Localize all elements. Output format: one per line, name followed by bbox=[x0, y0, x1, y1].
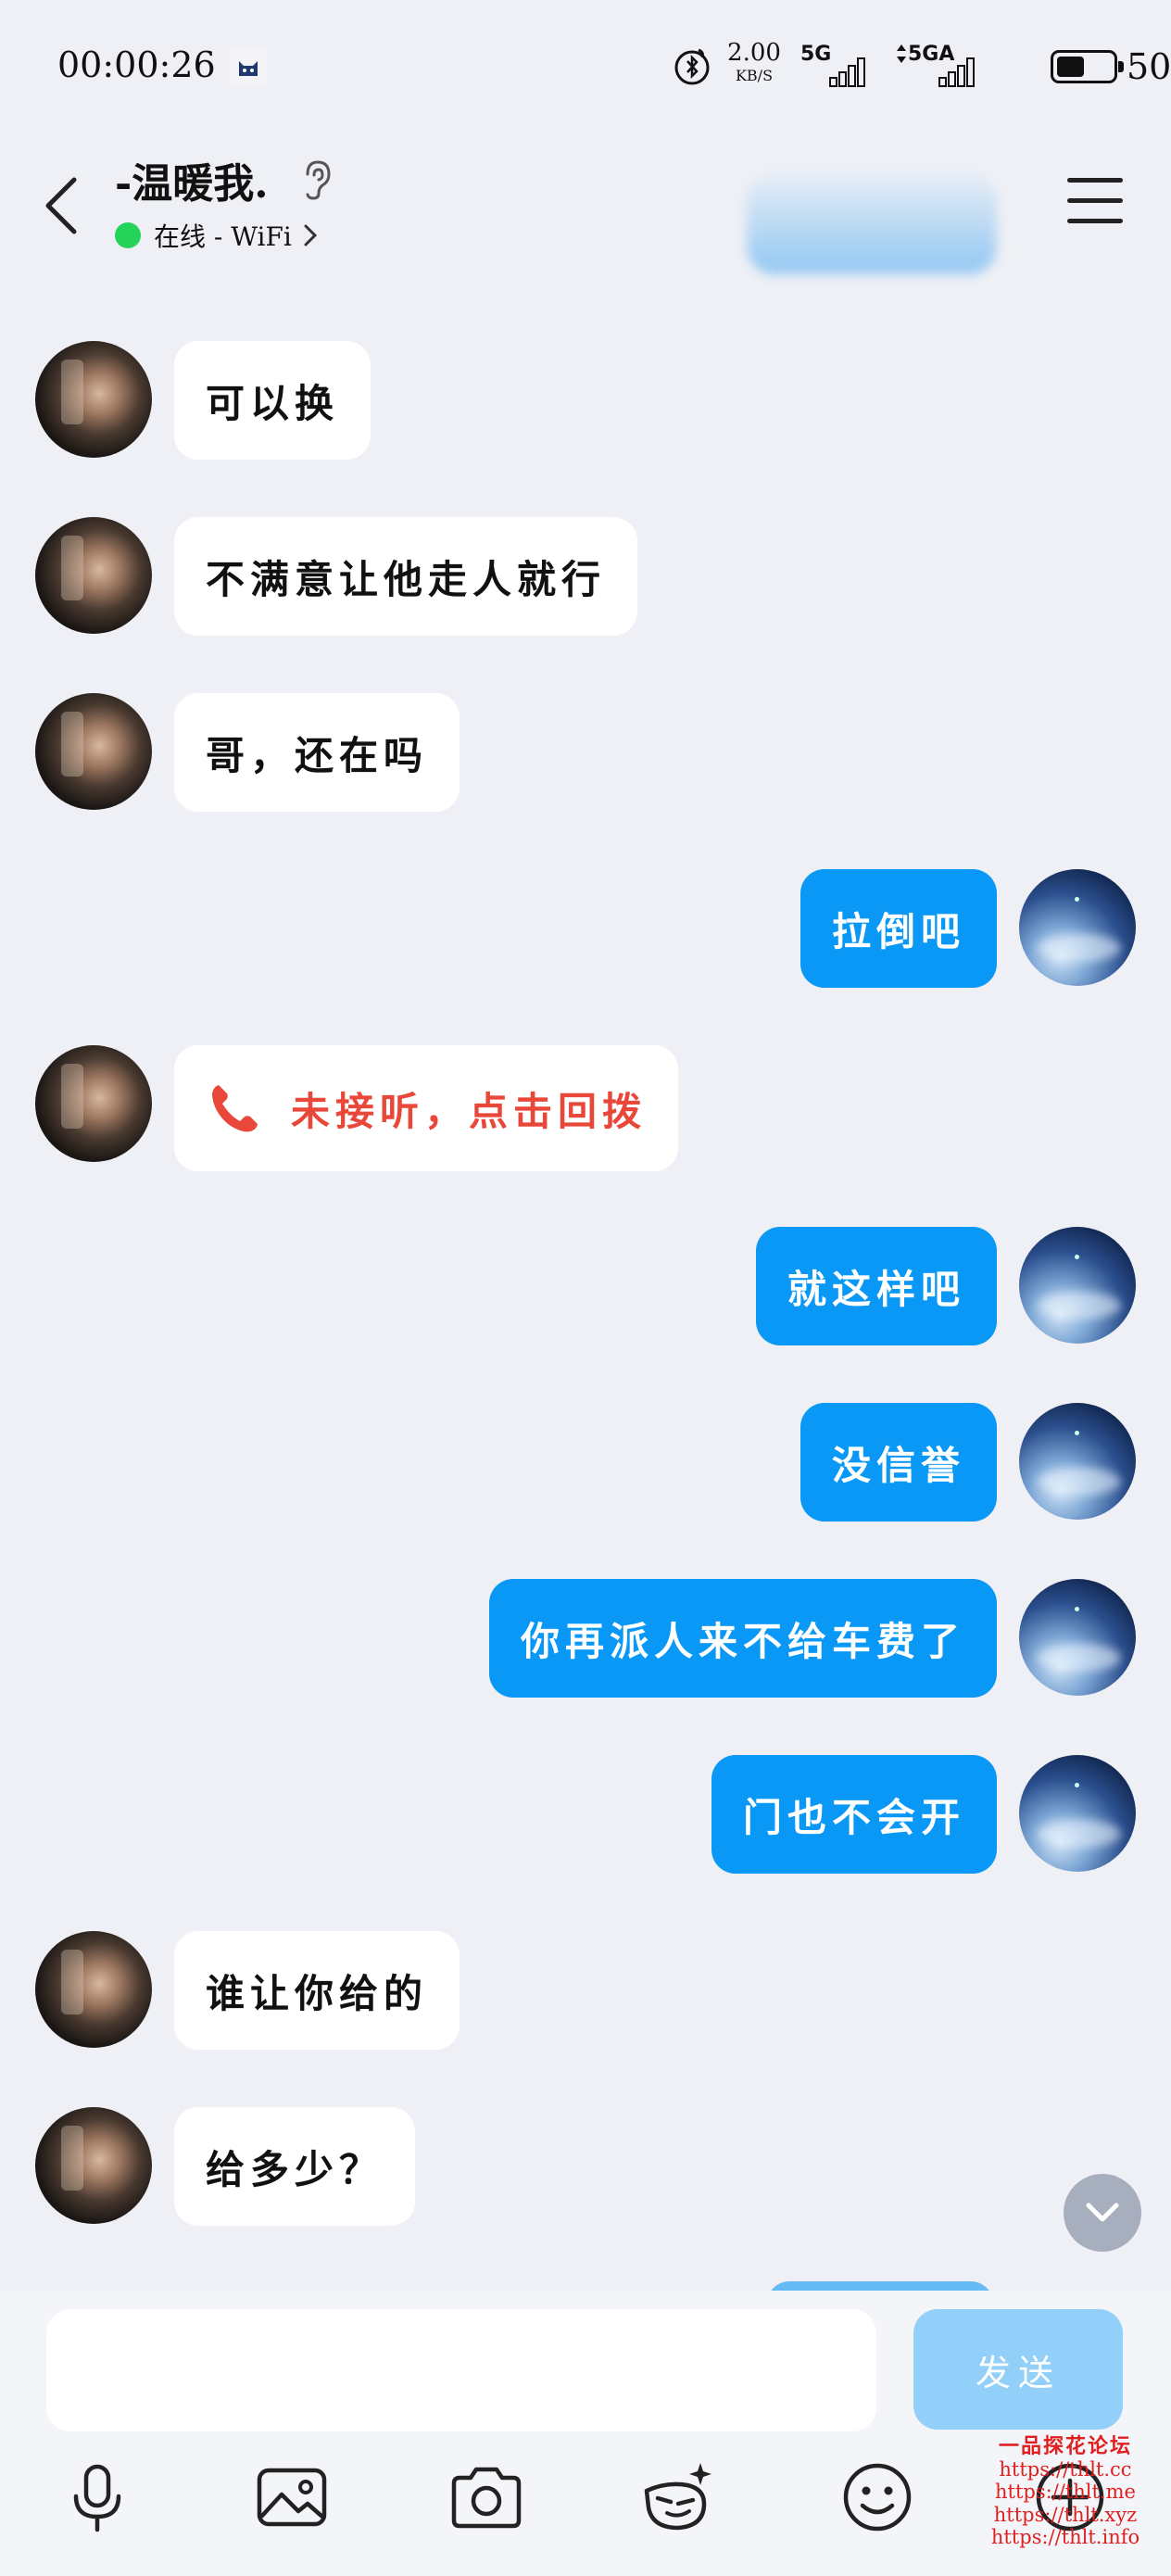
watermark-link: https://thlt.me bbox=[995, 2481, 1136, 2504]
battery-icon bbox=[1051, 50, 1124, 83]
message-bubble[interactable]: 门也不会开 bbox=[711, 1755, 997, 1874]
watermark-title: 一品探花论坛 bbox=[998, 2434, 1132, 2458]
signal-5g-icon: 5G bbox=[800, 43, 875, 87]
cat-app-icon bbox=[230, 48, 267, 85]
camera-icon bbox=[451, 2467, 522, 2529]
signal-5g-label: 5G bbox=[800, 43, 832, 66]
scroll-to-bottom-button[interactable] bbox=[1064, 2174, 1141, 2252]
my-avatar[interactable] bbox=[1019, 1579, 1136, 1696]
clock: 00:00:26 bbox=[57, 44, 216, 85]
back-button[interactable] bbox=[35, 169, 91, 243]
menu-line bbox=[1067, 178, 1123, 183]
my-avatar[interactable] bbox=[1019, 1403, 1136, 1520]
message-bubble[interactable]: 不满意让他走人就行 bbox=[174, 517, 638, 636]
message-bubble[interactable]: 给多少？ bbox=[174, 2107, 416, 2226]
message-bubble[interactable]: 你再派人来不给车费了 bbox=[488, 1579, 997, 1698]
contact-name[interactable]: -温暖我. bbox=[115, 150, 269, 209]
contact-avatar[interactable] bbox=[35, 517, 152, 634]
online-status-text: 在线 - WiFi bbox=[154, 221, 292, 252]
my-avatar[interactable] bbox=[1019, 1755, 1136, 1872]
online-dot-icon bbox=[115, 222, 141, 248]
contact-avatar[interactable] bbox=[35, 693, 152, 810]
message-row: 就这样吧 bbox=[0, 1227, 1171, 1345]
chevron-left-icon bbox=[45, 177, 77, 234]
signal-5ga-icon: 5GA bbox=[895, 43, 1006, 87]
message-input[interactable] bbox=[46, 2309, 876, 2431]
chevron-right-icon bbox=[304, 224, 318, 246]
message-row: 拉倒吧 bbox=[0, 869, 1171, 988]
network-speed: 2.00 KB/S bbox=[724, 41, 784, 83]
message-row: 没信誉 bbox=[0, 1403, 1171, 1522]
microphone-icon bbox=[73, 2464, 121, 2532]
message-bubble[interactable]: 就这样吧 bbox=[755, 1227, 997, 1345]
menu-button[interactable] bbox=[1067, 178, 1123, 226]
missed-call-bubble[interactable]: 未接听，点击回拨 bbox=[174, 1045, 679, 1171]
sticker-button[interactable] bbox=[639, 2457, 719, 2537]
message-row: 给多少？ bbox=[0, 2107, 1171, 2226]
phone-icon bbox=[212, 1085, 258, 1132]
watermark-link: https://thlt.cc bbox=[999, 2458, 1132, 2481]
send-button[interactable]: 发送 bbox=[913, 2309, 1123, 2430]
message-row: 哥，还在吗 bbox=[0, 693, 1171, 812]
message-row: 未接听，点击回拨 bbox=[0, 1045, 1171, 1171]
emoji-button[interactable] bbox=[837, 2457, 917, 2537]
image-button[interactable] bbox=[252, 2457, 332, 2537]
menu-line bbox=[1067, 219, 1123, 223]
watermark: 一品探花论坛 https://thlt.cc https://thlt.me h… bbox=[963, 2434, 1167, 2548]
sticker-icon bbox=[644, 2463, 711, 2531]
message-bubble[interactable]: 没信誉 bbox=[800, 1403, 997, 1522]
contact-avatar[interactable] bbox=[35, 1931, 152, 2048]
watermark-link: https://thlt.xyz bbox=[993, 2503, 1138, 2526]
my-avatar[interactable] bbox=[1019, 1227, 1136, 1344]
scrolled-bubble-ghost bbox=[747, 172, 997, 274]
menu-line bbox=[1067, 198, 1123, 203]
battery-percent: 50% bbox=[1127, 46, 1171, 87]
message-row: 你再派人来不给车费了 bbox=[0, 1579, 1171, 1698]
status-bar: 00:00:26 2.00 KB/S 5G 5GA 50% bbox=[0, 0, 1171, 135]
watermark-link: https://thlt.info bbox=[990, 2525, 1140, 2548]
microphone-button[interactable] bbox=[57, 2457, 137, 2537]
my-avatar[interactable] bbox=[1019, 869, 1136, 986]
message-bubble[interactable]: 可以换 bbox=[174, 341, 371, 460]
message-row: 可以换 bbox=[0, 341, 1171, 460]
online-status[interactable]: 在线 - WiFi bbox=[115, 217, 320, 254]
bluetooth-icon bbox=[671, 44, 713, 87]
chat-header: -温暖我. 在线 - WiFi bbox=[0, 135, 1171, 278]
message-bubble[interactable]: 哥，还在吗 bbox=[174, 693, 460, 812]
ear-icon[interactable] bbox=[298, 158, 335, 202]
message-bubble[interactable]: 拉倒吧 bbox=[800, 869, 997, 988]
network-speed-value: 2.00 bbox=[727, 39, 781, 67]
message-row: 不满意让他走人就行 bbox=[0, 517, 1171, 636]
emoji-icon bbox=[843, 2463, 912, 2532]
message-row: 谁让你给的 bbox=[0, 1931, 1171, 2050]
message-row: 门也不会开 bbox=[0, 1755, 1171, 1874]
contact-avatar[interactable] bbox=[35, 1045, 152, 1162]
network-speed-unit: KB/S bbox=[735, 67, 774, 84]
message-bubble[interactable]: 谁让你给的 bbox=[174, 1931, 460, 2050]
contact-avatar[interactable] bbox=[35, 341, 152, 458]
camera-button[interactable] bbox=[447, 2457, 526, 2537]
missed-call-text: 未接听，点击回拨 bbox=[291, 1088, 648, 1134]
image-icon bbox=[257, 2468, 327, 2527]
chevron-down-icon bbox=[1086, 2203, 1119, 2222]
contact-avatar[interactable] bbox=[35, 2107, 152, 2224]
